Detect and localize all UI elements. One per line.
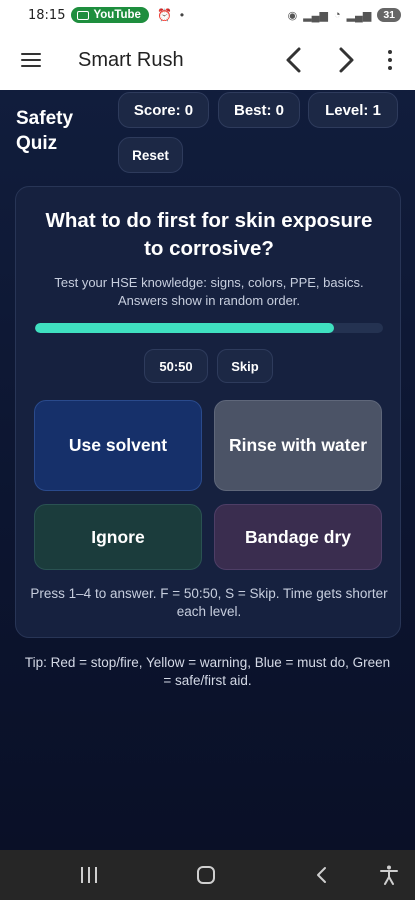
quiz-page: Safety Quiz Score: 0 Best: 0 Level: 1 Re… [0, 90, 415, 850]
reset-button[interactable]: Reset [118, 137, 183, 173]
question-card: What to do first for skin exposure to co… [15, 186, 401, 638]
battery-icon: 31 [377, 8, 401, 22]
recent-apps-icon[interactable] [81, 867, 97, 883]
app-bar: Smart Rush [0, 30, 415, 90]
arrow-right-icon[interactable] [331, 44, 361, 76]
timer-progress-bar [35, 323, 383, 333]
status-icons: ◉ ▂▄▆ ◔ ▂▄▆ 31 [288, 8, 401, 22]
alarm-icon: ⏰ [156, 8, 172, 22]
signal2-icon: ▂▄▆ [346, 9, 372, 22]
answer-button-3[interactable]: Ignore [34, 504, 202, 570]
app-title: Smart Rush [78, 48, 184, 71]
status-bar: 18:15 YouTube ⏰ • ◉ ▂▄▆ ◔ ▂▄▆ 31 [0, 0, 415, 30]
answer-button-4[interactable]: Bandage dry [214, 504, 382, 570]
accessibility-icon[interactable] [378, 864, 400, 886]
status-time: 18:15 [28, 7, 66, 23]
youtube-badge: YouTube [71, 7, 149, 23]
system-nav-bar [0, 850, 415, 900]
answer-button-2[interactable]: Rinse with water [214, 400, 382, 491]
signal-icon: ▂▄▆ [303, 9, 328, 22]
skip-button[interactable]: Skip [217, 349, 273, 383]
quiz-title: Safety Quiz [16, 108, 74, 154]
fifty-fifty-button[interactable]: 50:50 [144, 349, 208, 383]
hotspot-icon: ◉ [287, 9, 298, 22]
more-vert-icon[interactable] [383, 50, 397, 70]
score-badge: Score: 0 [118, 92, 209, 128]
back-icon[interactable] [312, 865, 332, 885]
answer-button-1[interactable]: Use solvent [34, 400, 202, 491]
home-icon[interactable] [197, 866, 215, 884]
menu-icon[interactable] [21, 53, 41, 67]
timer-progress-fill [35, 323, 335, 333]
youtube-badge-label: YouTube [93, 9, 141, 21]
best-badge: Best: 0 [218, 92, 300, 128]
quiz-subtitle: Test your HSE knowledge: signs, colors, … [54, 275, 364, 308]
screen-cast-icon [77, 10, 90, 20]
arrow-left-icon[interactable] [279, 44, 309, 76]
notification-dot-icon: • [179, 8, 185, 22]
keyboard-hint: Press 1–4 to answer. F = 50:50, S = Skip… [30, 586, 388, 619]
wifi-icon: ◔ [333, 9, 341, 21]
level-badge: Level: 1 [308, 92, 398, 128]
color-tip: Tip: Red = stop/fire, Yellow = warning, … [24, 655, 391, 688]
question-text: What to do first for skin exposure to co… [45, 209, 373, 260]
